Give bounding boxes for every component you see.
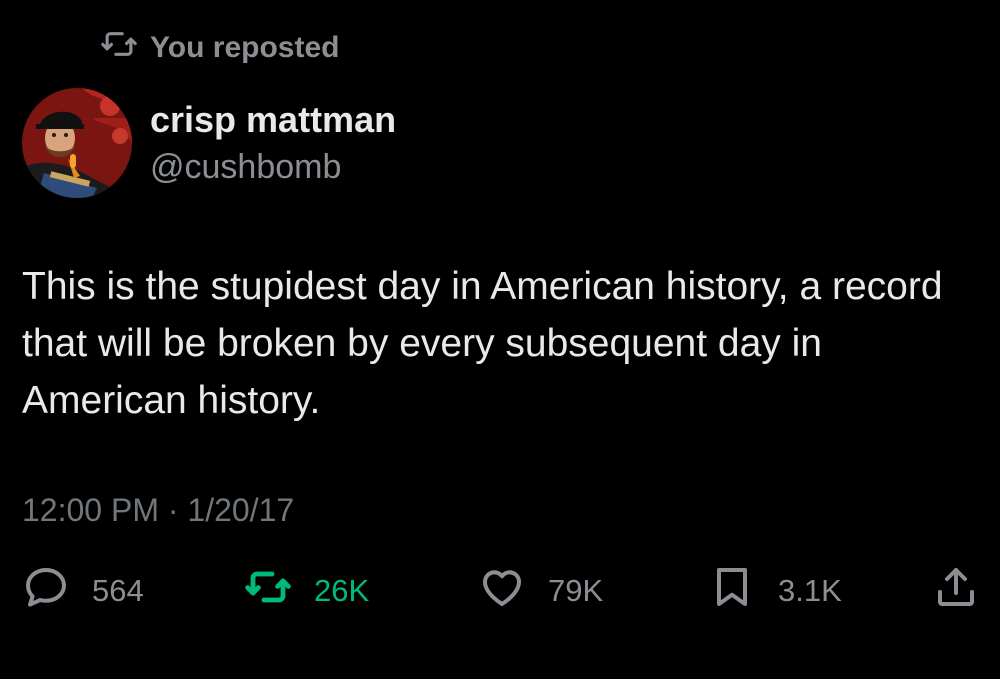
like-button[interactable]: 79K bbox=[478, 563, 603, 619]
repost-banner-label: You reposted bbox=[150, 31, 340, 64]
repost-icon bbox=[100, 25, 138, 71]
reply-icon bbox=[22, 563, 70, 619]
bookmark-icon bbox=[708, 563, 756, 619]
repost-icon bbox=[244, 563, 292, 619]
author-display-name[interactable]: crisp mattman bbox=[150, 98, 396, 142]
reply-count: 564 bbox=[92, 573, 144, 608]
repost-count: 26K bbox=[314, 573, 370, 608]
share-button[interactable] bbox=[932, 563, 980, 619]
avatar[interactable] bbox=[22, 88, 132, 198]
like-count: 79K bbox=[548, 573, 604, 608]
bookmark-button[interactable]: 3.1K bbox=[708, 563, 842, 619]
author-handle[interactable]: @cushbomb bbox=[150, 146, 341, 188]
repost-banner[interactable]: You reposted bbox=[100, 28, 339, 68]
tweet-text: This is the stupidest day in American hi… bbox=[22, 265, 943, 422]
share-icon bbox=[932, 563, 980, 619]
action-bar: 564 26K 79K 3.1K bbox=[22, 563, 982, 619]
repost-button[interactable]: 26K bbox=[244, 563, 369, 619]
heart-icon bbox=[478, 563, 526, 619]
reply-button[interactable]: 564 bbox=[22, 563, 144, 619]
bookmark-count: 3.1K bbox=[778, 573, 842, 608]
tweet-timestamp[interactable]: 12:00 PM · 1/20/17 bbox=[22, 490, 294, 530]
